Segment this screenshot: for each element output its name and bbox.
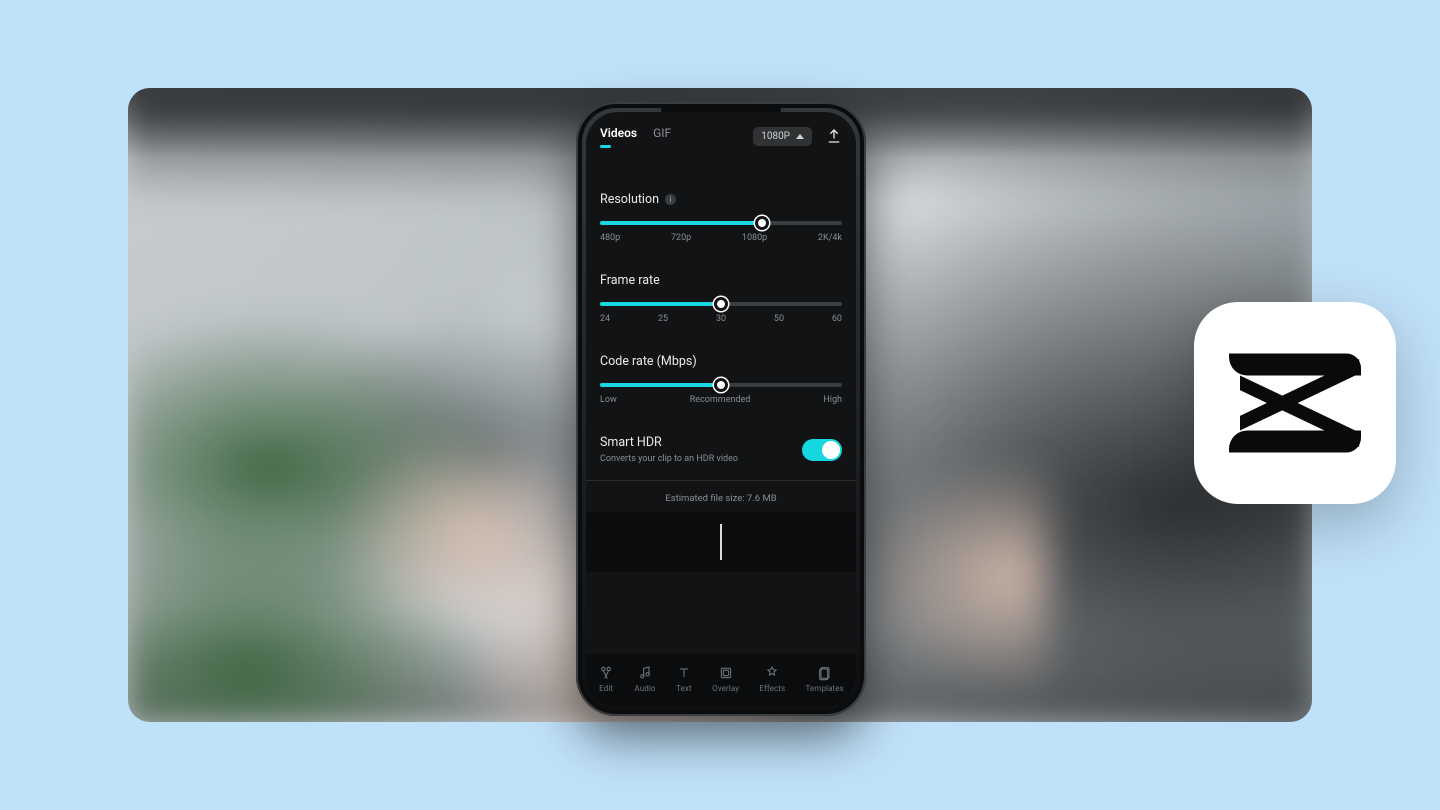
smarthdr-label-text: Smart HDR (600, 435, 662, 450)
framerate-slider[interactable] (600, 302, 842, 306)
phone-screen: Videos GIF 1080P (586, 112, 856, 706)
framerate-label-text: Frame rate (600, 273, 660, 288)
tool-text-label: Text (676, 684, 692, 693)
tab-videos[interactable]: Videos (600, 126, 637, 146)
smarthdr-group: Smart HDR Converts your clip to an HDR v… (600, 435, 842, 464)
tool-templates[interactable]: Templates (806, 665, 844, 693)
resolution-group: Resolution i 480p 720p 1080p 2K/4k (600, 192, 842, 243)
tick-60: 60 (832, 314, 842, 324)
bottom-toolbar: Edit Audio Text Overlay Effects (586, 654, 856, 706)
tick-720p: 720p (671, 233, 691, 243)
tool-overlay-label: Overlay (712, 684, 739, 693)
framerate-slider-fill (600, 302, 721, 306)
tool-overlay[interactable]: Overlay (712, 665, 739, 693)
tick-low: Low (600, 395, 617, 405)
tick-high: High (823, 395, 842, 405)
smarthdr-label: Smart HDR (600, 435, 738, 450)
tick-2k4k: 2K/4k (818, 233, 842, 243)
tool-effects[interactable]: Effects (759, 665, 785, 693)
resolution-label-text: Resolution (600, 192, 659, 207)
tick-50: 50 (774, 314, 784, 324)
caret-up-icon (796, 134, 804, 139)
playhead-icon (720, 524, 722, 560)
tool-audio-label: Audio (634, 684, 655, 693)
coderate-ticks: Low Recommended High (600, 395, 842, 405)
tick-30: 30 (716, 314, 726, 324)
resolution-dropdown-button[interactable]: 1080P (753, 127, 812, 146)
capcut-logo-icon (1220, 348, 1370, 458)
resolution-slider[interactable] (600, 221, 842, 225)
tool-text[interactable]: Text (676, 665, 692, 693)
tick-1080p: 1080p (742, 233, 767, 243)
toggle-knob (822, 441, 840, 459)
export-icon[interactable] (826, 128, 842, 144)
export-settings-panel: Resolution i 480p 720p 1080p 2K/4k (586, 152, 856, 582)
tick-24: 24 (600, 314, 610, 324)
coderate-label-text: Code rate (Mbps) (600, 354, 697, 369)
framerate-group: Frame rate 24 25 30 50 60 (600, 273, 842, 324)
tool-edit[interactable]: Edit (598, 665, 614, 693)
tick-25: 25 (658, 314, 668, 324)
framerate-ticks: 24 25 30 50 60 (600, 314, 842, 324)
timeline-preview[interactable] (586, 512, 856, 572)
divider (586, 480, 856, 481)
estimated-size: Estimated file size: 7.6 MB (600, 491, 842, 512)
resolution-ticks: 480p 720p 1080p 2K/4k (600, 233, 842, 243)
canvas: Videos GIF 1080P (0, 0, 1440, 810)
coderate-slider-thumb[interactable] (714, 378, 728, 392)
tick-recommended: Recommended (690, 395, 751, 405)
coderate-label: Code rate (Mbps) (600, 354, 842, 369)
tool-audio[interactable]: Audio (634, 665, 655, 693)
smarthdr-subtext: Converts your clip to an HDR video (600, 454, 738, 464)
format-tabs: Videos GIF (600, 126, 671, 146)
resolution-label: Resolution i (600, 192, 842, 207)
resolution-dropdown-label: 1080P (761, 131, 790, 142)
tick-480p: 480p (600, 233, 620, 243)
resolution-slider-thumb[interactable] (755, 216, 769, 230)
coderate-group: Code rate (Mbps) Low Recommended High (600, 354, 842, 405)
resolution-slider-fill (600, 221, 762, 225)
capcut-app-badge (1194, 302, 1396, 504)
framerate-label: Frame rate (600, 273, 842, 288)
coderate-slider[interactable] (600, 383, 842, 387)
export-topbar: Videos GIF 1080P (586, 112, 856, 152)
tool-templates-label: Templates (806, 684, 844, 693)
smarthdr-toggle[interactable] (802, 439, 842, 461)
info-icon[interactable]: i (665, 194, 676, 205)
tool-edit-label: Edit (599, 684, 613, 693)
tool-effects-label: Effects (759, 684, 785, 693)
tab-gif[interactable]: GIF (653, 126, 671, 146)
coderate-slider-fill (600, 383, 721, 387)
phone-frame: Videos GIF 1080P (576, 102, 866, 716)
framerate-slider-thumb[interactable] (714, 297, 728, 311)
